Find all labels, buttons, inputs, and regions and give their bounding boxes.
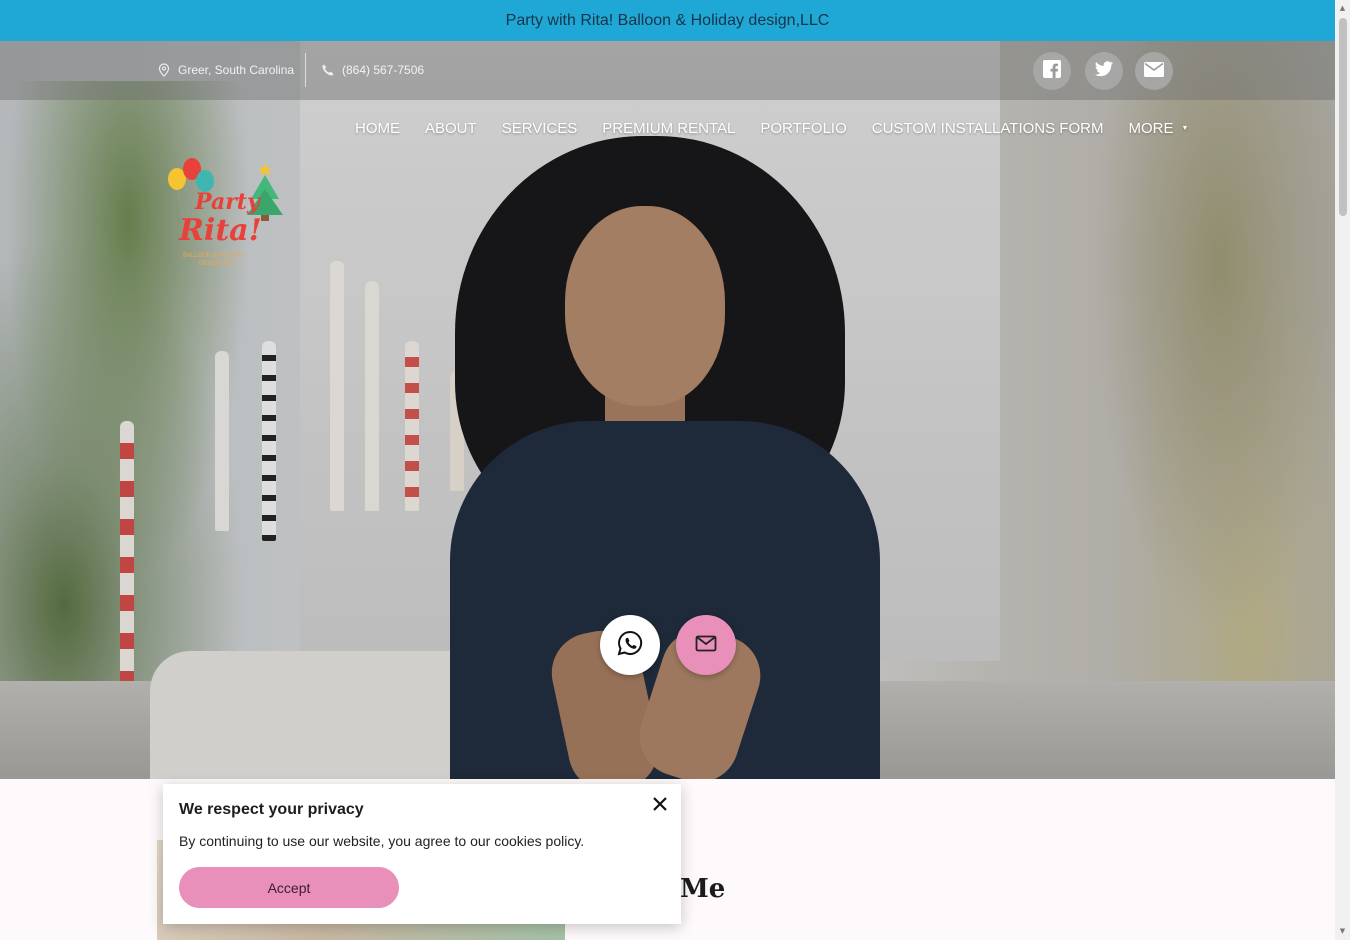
cookie-close-button[interactable] [649, 794, 671, 816]
whatsapp-icon [616, 629, 644, 661]
nav-more-label: MORE [1128, 120, 1174, 137]
nav-item-services[interactable]: SERVICES [502, 120, 578, 137]
topbar-divider [305, 53, 306, 87]
hero-overlay [0, 41, 1335, 779]
nav-item-more[interactable]: MORE ▼ [1128, 120, 1188, 137]
location-info: Greer, South Carolina [156, 62, 294, 78]
twitter-icon [1094, 60, 1114, 82]
twitter-button[interactable] [1085, 52, 1123, 90]
about-title: Me [680, 874, 726, 904]
scroll-down-arrow-icon[interactable]: ▼ [1338, 927, 1347, 935]
scroll-up-arrow-icon[interactable]: ▲ [1338, 4, 1347, 12]
scrollbar-thumb[interactable] [1339, 18, 1347, 216]
announcement-bar: Party with Rita! Balloon & Holiday desig… [0, 0, 1335, 41]
phone-link[interactable]: (864) 567-7506 [320, 62, 424, 78]
close-icon [653, 796, 667, 815]
facebook-button[interactable] [1033, 52, 1071, 90]
logo-tagline-1: BALLOON & HOLIDAY [183, 253, 245, 259]
hero-image [0, 41, 1335, 779]
location-text: Greer, South Carolina [178, 63, 295, 77]
cookie-banner: We respect your privacy By continuing to… [163, 784, 681, 924]
logo-tagline-2: DESIGN LLC [199, 261, 235, 267]
nav-item-home[interactable]: HOME [355, 120, 400, 137]
nav-item-portfolio[interactable]: PORTFOLIO [760, 120, 846, 137]
nav-item-premium-rental[interactable]: PREMIUM RENTAL [602, 120, 735, 137]
email-button[interactable] [1135, 52, 1173, 90]
site-logo[interactable]: Party Rita! BALLOON & HOLIDAY DESIGN LLC [165, 155, 290, 270]
whatsapp-button[interactable] [600, 615, 660, 675]
logo-text-rita: Rita! [179, 213, 262, 248]
cookie-accept-button[interactable]: Accept [179, 867, 399, 908]
map-pin-icon [156, 62, 172, 78]
logo-text-party: Party [195, 189, 260, 215]
facebook-icon [1042, 59, 1062, 83]
main-nav: HOME ABOUT SERVICES PREMIUM RENTAL PORTF… [355, 120, 1213, 137]
phone-text: (864) 567-7506 [342, 63, 425, 77]
email-contact-button[interactable] [676, 615, 736, 675]
nav-item-custom-installations-form[interactable]: CUSTOM INSTALLATIONS FORM [872, 120, 1104, 137]
caret-down-icon: ▼ [1181, 125, 1189, 132]
cookie-title: We respect your privacy [179, 801, 364, 818]
cookie-text: By continuing to use our website, you ag… [179, 833, 585, 849]
email-icon [1144, 61, 1164, 81]
mail-icon [695, 635, 717, 656]
nav-item-about[interactable]: ABOUT [425, 120, 477, 137]
announcement-text: Party with Rita! Balloon & Holiday desig… [505, 11, 830, 29]
phone-icon [320, 62, 336, 78]
